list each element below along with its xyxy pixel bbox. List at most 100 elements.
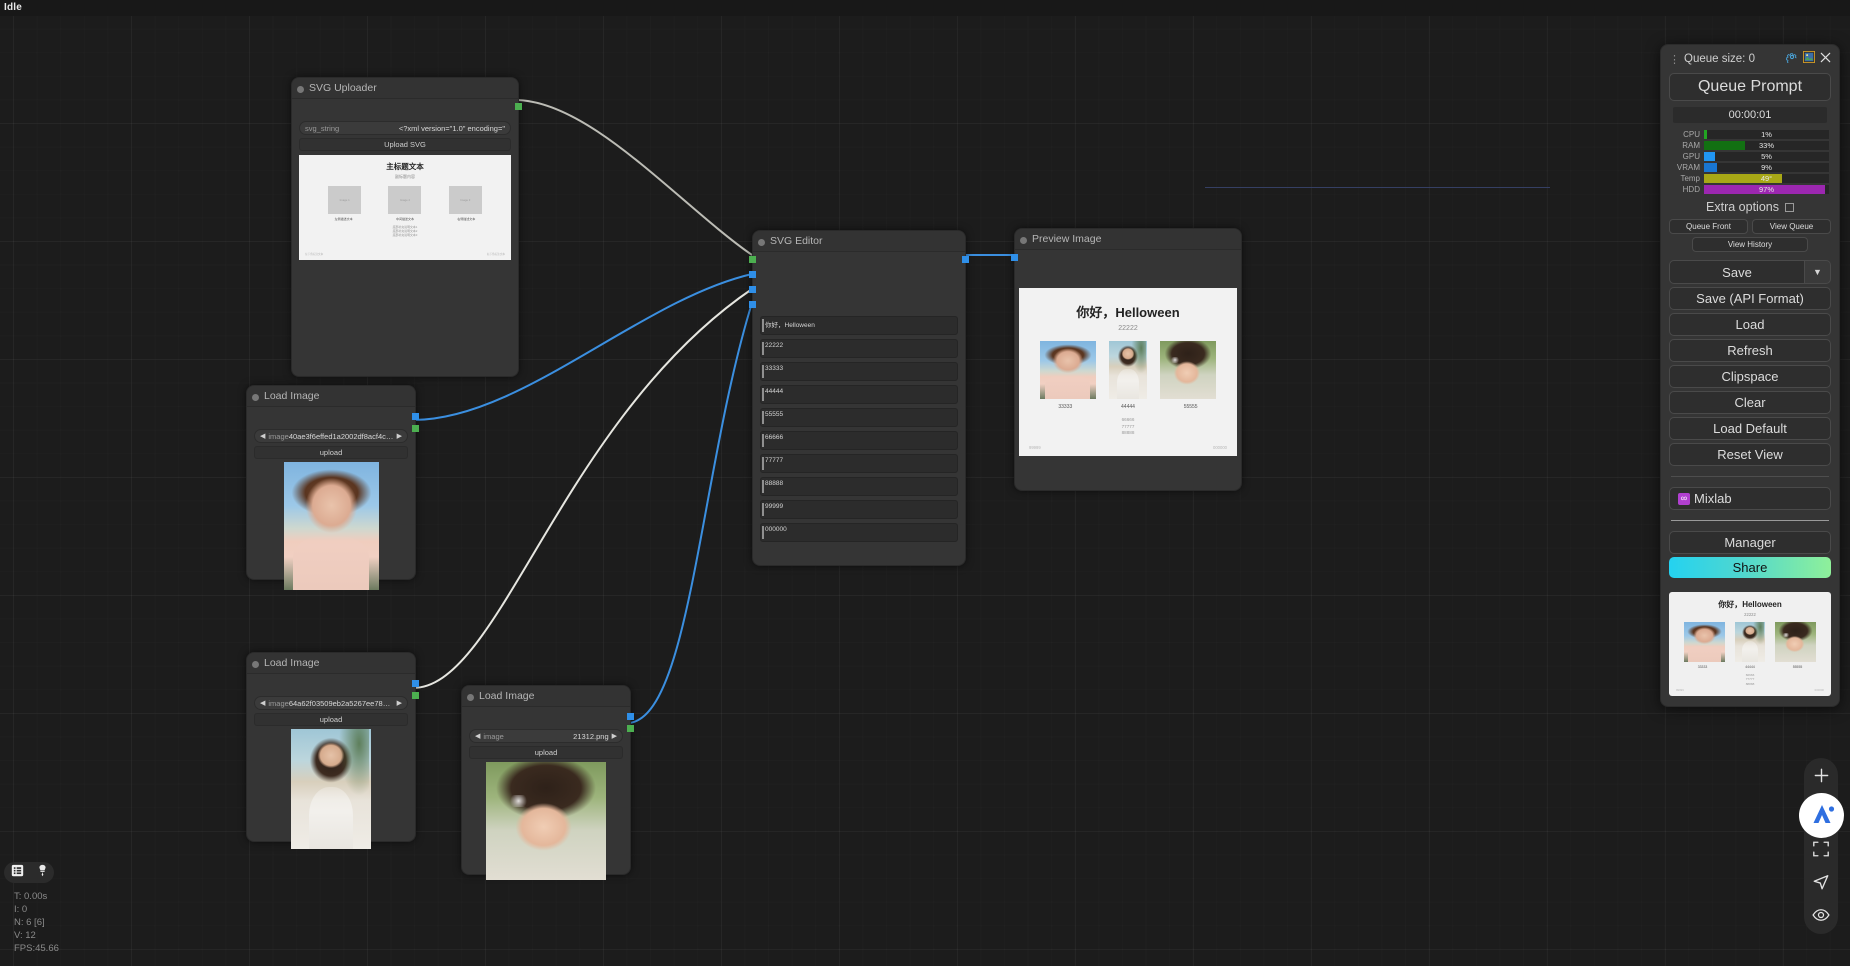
collapse-dot-icon[interactable] [252,393,259,401]
node-title-text: Preview Image [1032,233,1102,245]
chevron-down-icon[interactable]: ▼ [1805,260,1831,284]
upload-image-button[interactable]: upload [254,713,408,726]
graph-canvas[interactable]: SVG Uploader svg_string <?xml version="1… [0,0,1850,966]
gear-icon[interactable] [1785,50,1798,68]
text-field-4[interactable]: 44444 [760,385,958,404]
plus-icon[interactable] [1811,765,1831,785]
text-field-10[interactable]: 000000 [760,523,958,542]
menu-header: ⋮ Queue size: 0 [1669,51,1831,67]
save-button[interactable]: Save [1669,260,1805,284]
next-arrow-icon[interactable]: ▶ [397,699,402,707]
image-icon[interactable] [1803,50,1816,68]
node-load-image-2[interactable]: Load Image ◀ image 64a62f03509eb2a5267ee… [246,652,419,849]
view-history-button[interactable]: View History [1691,237,1809,252]
svg-doc-image-row: Image 1 Image 2 Image 3 [305,186,505,214]
text-field-3[interactable]: 33333 [760,362,958,381]
sidebar-output-preview[interactable]: 你好，Helloween 22222 33333 44444 55555 666 [1669,592,1831,696]
meter-bar: 9% [1704,162,1829,172]
meter-label: CPU [1683,129,1700,139]
node-svg-uploader[interactable]: SVG Uploader svg_string <?xml version="1… [291,77,522,377]
collapse-dot-icon[interactable] [467,693,474,701]
node-title-bar[interactable]: Load Image [247,653,415,674]
upload-svg-button[interactable]: Upload SVG [299,138,511,151]
photo-background-detail [507,795,530,807]
text-field-6[interactable]: 66666 [760,431,958,450]
rendered-document-preview: 你好，Helloween 22222 33333 44444 55555 666… [1019,288,1237,456]
pin-icon[interactable] [37,864,48,882]
prev-arrow-icon[interactable]: ◀ [260,432,265,440]
rendered-footer: 99999 000000 [1029,445,1227,450]
widget-image-select[interactable]: ◀ image 21312.png ▶ [469,729,623,743]
node-load-image-3[interactable]: Load Image ◀ image 21312.png ▶ upload [461,685,634,880]
meter-bar: 5% [1704,151,1829,161]
text-field-2[interactable]: 22222 [760,339,958,358]
node-svg-editor[interactable]: SVG Editor 你好，Helloween 22222 33333 4444… [749,230,969,566]
widget-value: 40ae3f6effed1a2002df8acf4cb9f... [288,431,394,441]
share-button[interactable]: Share [1669,557,1831,578]
text-field-7[interactable]: 77777 [760,454,958,473]
load-default-button[interactable]: Load Default [1669,417,1831,440]
text-field-9[interactable]: 99999 [760,500,958,519]
node-title-bar[interactable]: SVG Uploader [292,78,518,99]
floating-tool-rail[interactable] [1804,758,1838,934]
rendered-image-2 [1108,341,1147,399]
svg-doc-caption-row: 左侧描述文本 中间描述文本 右侧描述文本 [305,217,505,221]
rendered-caption-2: 44444 [1121,404,1135,410]
sidebar-rendered-title: 你好，Helloween [1718,600,1782,609]
close-icon[interactable] [1820,50,1831,68]
text-field-8[interactable]: 88888 [760,477,958,496]
queue-front-button[interactable]: Queue Front [1669,219,1748,234]
stat-time: T: 0.00s [14,891,48,902]
node-title-bar[interactable]: Preview Image [1015,229,1241,250]
prev-arrow-icon[interactable]: ◀ [260,699,265,707]
collapse-dot-icon[interactable] [758,238,765,246]
node-title-bar[interactable]: Load Image [247,386,415,407]
prev-arrow-icon[interactable]: ◀ [475,732,480,740]
mixlab-button[interactable]: ∞ Mixlab [1669,487,1831,510]
rendered-mid-3: 88888 [1121,430,1135,435]
upload-image-button[interactable]: upload [254,446,408,459]
mixlab-label: Mixlab [1694,491,1732,506]
send-icon[interactable] [1811,872,1831,892]
node-load-image-1[interactable]: Load Image ◀ image 40ae3f6effed1a2002df8… [246,385,419,590]
upload-image-button[interactable]: upload [469,746,623,759]
widget-svg-string[interactable]: svg_string <?xml version="1.0" encoding=… [299,121,511,135]
next-arrow-icon[interactable]: ▶ [612,732,617,740]
rendered-title: 你好，Helloween [1076,305,1180,320]
manager-button[interactable]: Manager [1669,531,1831,554]
node-preview-image[interactable]: Preview Image 你好，Helloween 22222 33333 4… [1011,228,1242,491]
svg-editor-fields: 你好，Helloween 22222 33333 44444 55555 666… [753,252,965,542]
mixlab-logo-icon[interactable] [1799,793,1844,838]
clear-button[interactable]: Clear [1669,391,1831,414]
list-icon[interactable] [11,864,24,882]
refresh-button[interactable]: Refresh [1669,339,1831,362]
node-title-bar[interactable]: SVG Editor [753,231,965,252]
next-arrow-icon[interactable]: ▶ [397,432,402,440]
canvas-toolbar[interactable] [4,862,54,883]
eye-icon[interactable] [1811,905,1831,925]
reset-view-button[interactable]: Reset View [1669,443,1831,466]
extra-options-row[interactable]: Extra options [1669,200,1831,214]
collapse-dot-icon[interactable] [252,660,259,668]
node-title-text: Load Image [479,690,535,702]
widget-image-select[interactable]: ◀ image 40ae3f6effed1a2002df8acf4cb9f...… [254,429,408,443]
collapse-dot-icon[interactable] [297,85,304,93]
drag-handle-icon[interactable]: ⋮ [1669,53,1680,66]
text-field-5[interactable]: 55555 [760,408,958,427]
load-button[interactable]: Load [1669,313,1831,336]
view-queue-button[interactable]: View Queue [1752,219,1831,234]
save-api-format-button[interactable]: Save (API Format) [1669,287,1831,310]
widget-image-select[interactable]: ◀ image 64a62f03509eb2a5267ee784606... ▶ [254,696,408,710]
clipspace-button[interactable]: Clipspace [1669,365,1831,388]
meter-bar: 49° [1704,173,1829,183]
collapse-dot-icon[interactable] [1020,236,1027,244]
save-button-group[interactable]: Save ▼ [1669,260,1831,284]
sidebar-rendered-foot-right: 000000 [1814,688,1824,692]
comfy-menu-panel[interactable]: ⋮ Queue size: 0 Queue Prompt 00:00:01 CP… [1660,44,1840,707]
fullscreen-icon[interactable] [1811,839,1831,859]
queue-prompt-button[interactable]: Queue Prompt [1669,73,1831,101]
text-field-1[interactable]: 你好，Helloween [760,316,958,335]
extra-options-checkbox[interactable] [1784,202,1794,212]
node-title-bar[interactable]: Load Image [462,686,630,707]
meter-bar: 1% [1704,129,1829,139]
